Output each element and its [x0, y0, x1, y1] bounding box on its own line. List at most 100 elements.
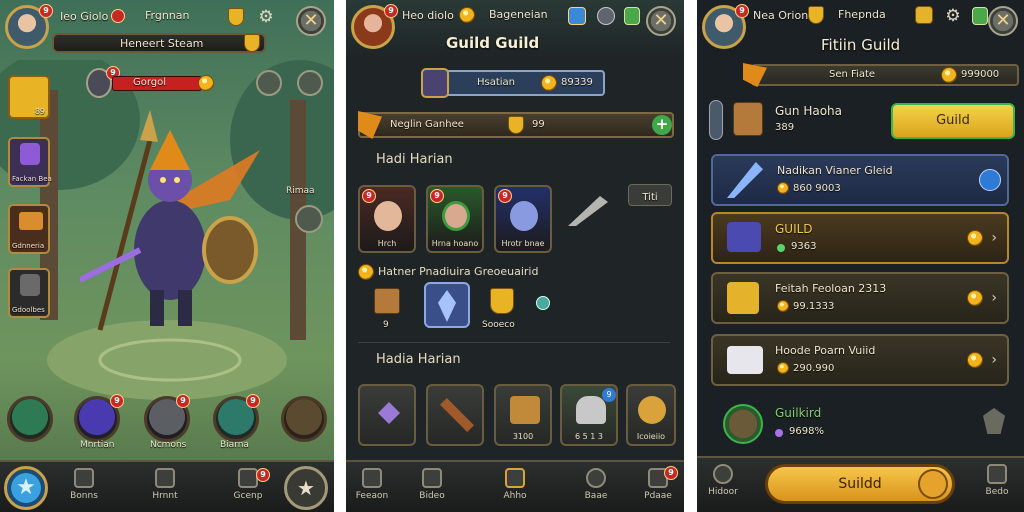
reward-item-0[interactable]: 9	[372, 288, 402, 334]
add-button[interactable]: +	[652, 115, 672, 135]
helmet-icon	[576, 396, 606, 424]
main-action-label: Suildd	[838, 476, 882, 492]
item-slot-0[interactable]	[358, 384, 416, 446]
guild-card-3[interactable]: Hoode Poarn Vuiid 290.990 ›	[711, 334, 1009, 386]
book-icon	[155, 468, 175, 488]
side-action-icon[interactable]	[295, 205, 323, 233]
ability-label-1: Mnrtian	[80, 440, 115, 450]
guild-card-1[interactable]: GUILD 9363 ›	[711, 212, 1009, 264]
gold-gem-icon[interactable]	[915, 6, 933, 24]
nav-item-1[interactable]: Bonns	[62, 468, 106, 501]
nav-item-2[interactable]: Bedo	[975, 464, 1019, 497]
card-value-2: 99.1333	[793, 301, 835, 312]
reward-label-0: 9	[383, 320, 389, 330]
guild-crate-icon	[733, 102, 763, 136]
blue-gem-icon[interactable]	[568, 7, 586, 25]
hero-badge-0: 9	[362, 189, 376, 203]
event-banner[interactable]: 9 Gorgol	[86, 66, 214, 98]
close-button[interactable]: ✕	[646, 6, 676, 36]
nav-item-3[interactable]: Baae	[574, 468, 618, 501]
item-slot-2[interactable]: 3100	[494, 384, 552, 446]
weapon-icon	[568, 196, 608, 226]
reward-item-2[interactable]: Sooeco	[482, 288, 522, 334]
item-slot-3[interactable]: 9 6 5 1 3	[560, 384, 618, 446]
item-label-4: Icoieiio	[636, 432, 666, 441]
gear-icon[interactable]: ⚙	[943, 6, 963, 26]
close-button[interactable]: ✕	[296, 6, 326, 36]
gold-shield-icon[interactable]	[228, 8, 244, 26]
side-item-1[interactable]: Fackan Bea	[8, 137, 52, 187]
book-icon	[505, 468, 525, 488]
chevron-right-icon: ›	[991, 290, 997, 306]
map-marker-icon[interactable]	[256, 70, 282, 96]
nav-label-2: Bedo	[985, 487, 1009, 497]
guild-card-0[interactable]: Nadikan Vianer Gleid 860 9003	[711, 154, 1009, 206]
nav-label-1: Bonns	[70, 491, 98, 501]
close-button[interactable]: ✕	[988, 6, 1018, 36]
guild-footer[interactable]: Guilkird 9698%	[719, 400, 1005, 448]
green-rune-icon[interactable]	[972, 7, 988, 25]
gear-icon[interactable]: ⚙	[256, 7, 276, 27]
hero-card-2[interactable]: 9 Hrotr bnae	[494, 185, 552, 253]
chest-icon	[987, 464, 1007, 484]
nav-item-1[interactable]: Bideo	[410, 468, 454, 501]
guild-emblem-icon	[723, 404, 763, 444]
coin-icon	[198, 75, 214, 91]
side-item-3[interactable]: Gdoolbes	[8, 268, 50, 318]
compass-icon	[979, 169, 1001, 191]
ability-label-2: Ncmons	[150, 440, 187, 450]
nav-favorite-button[interactable]: ★	[284, 466, 328, 510]
sword-icon	[727, 162, 763, 198]
green-rune-icon[interactable]	[624, 7, 640, 25]
nav-item-2[interactable]: Hrnnt	[143, 468, 187, 501]
side-item-0[interactable]: 89	[8, 75, 50, 119]
guild-card-2[interactable]: Feitah Feoloan 2313 99.1333 ›	[711, 272, 1009, 324]
guild-emblem-icon	[421, 68, 449, 98]
nav-item-0[interactable]: Hidoor	[701, 464, 745, 497]
card-title-2: Feitah Feoloan 2313	[775, 282, 887, 295]
stopwatch-icon[interactable]	[597, 7, 615, 25]
gear-icon	[586, 468, 606, 488]
cauldron-icon	[713, 464, 733, 484]
bottom-nav: ★ Bonns Hrnnt Gcenp 9 ★	[0, 460, 334, 512]
hero-badge-1: 9	[430, 189, 444, 203]
top-bar: 9 Heo diolo Bageneian ✕ Guild Guild	[346, 0, 684, 58]
nav-label-1: Bideo	[419, 491, 445, 501]
shield-outline-icon[interactable]	[983, 408, 1005, 434]
hero-card-1[interactable]: 9 Hrna hoano	[426, 185, 484, 253]
panel-guild-screen: 9 Heo diolo Bageneian ✕ Guild Guild Hsat…	[346, 0, 684, 512]
box-icon	[727, 222, 761, 252]
ability-button-0[interactable]	[7, 396, 53, 442]
item-slot-4[interactable]: Icoieiio	[626, 384, 676, 446]
ability-label-3: Biarna	[220, 440, 249, 450]
guild-shield-icon	[508, 116, 524, 134]
guild-row[interactable]: Neglin Ganhee 99 +	[358, 111, 674, 139]
settings-round-icon[interactable]	[297, 70, 323, 96]
hero-card-0[interactable]: 9 Hrch	[358, 185, 416, 253]
guild-banner-bar[interactable]: Sen Fiate 999000	[743, 63, 1019, 87]
banner-label: Sen Fiate	[829, 69, 876, 80]
side-item-1-label: Fackan Bea	[12, 175, 52, 183]
coin-icon	[777, 300, 789, 312]
coin-icon	[459, 7, 475, 23]
main-action-button[interactable]: Suildd	[765, 464, 955, 504]
hero-character[interactable]	[78, 110, 270, 340]
side-item-2[interactable]: Gdnneria	[8, 204, 50, 254]
reward-item-1[interactable]	[424, 282, 470, 328]
coin-icon	[777, 362, 789, 374]
title-bar-label: Heneert Steam	[120, 37, 204, 50]
small-button[interactable]: Titi	[628, 184, 672, 206]
guild-info-label: Hsatian	[477, 77, 516, 88]
ability-button-4[interactable]	[281, 396, 327, 442]
crystal-icon	[438, 290, 456, 322]
guild-info-bar[interactable]: Hsatian 89339	[421, 68, 605, 98]
coin-icon	[541, 75, 557, 91]
nav-item-0[interactable]: Feeaon	[350, 468, 394, 501]
chevron-right-icon: ›	[991, 230, 997, 246]
nav-item-2[interactable]: Ahho	[493, 468, 537, 501]
card-value-3: 290.990	[793, 363, 835, 374]
item-slot-1[interactable]	[426, 384, 484, 446]
guild-button[interactable]: Guild	[891, 103, 1015, 139]
nav-star-button[interactable]: ★	[4, 466, 48, 510]
potion-icon[interactable]	[536, 296, 550, 310]
